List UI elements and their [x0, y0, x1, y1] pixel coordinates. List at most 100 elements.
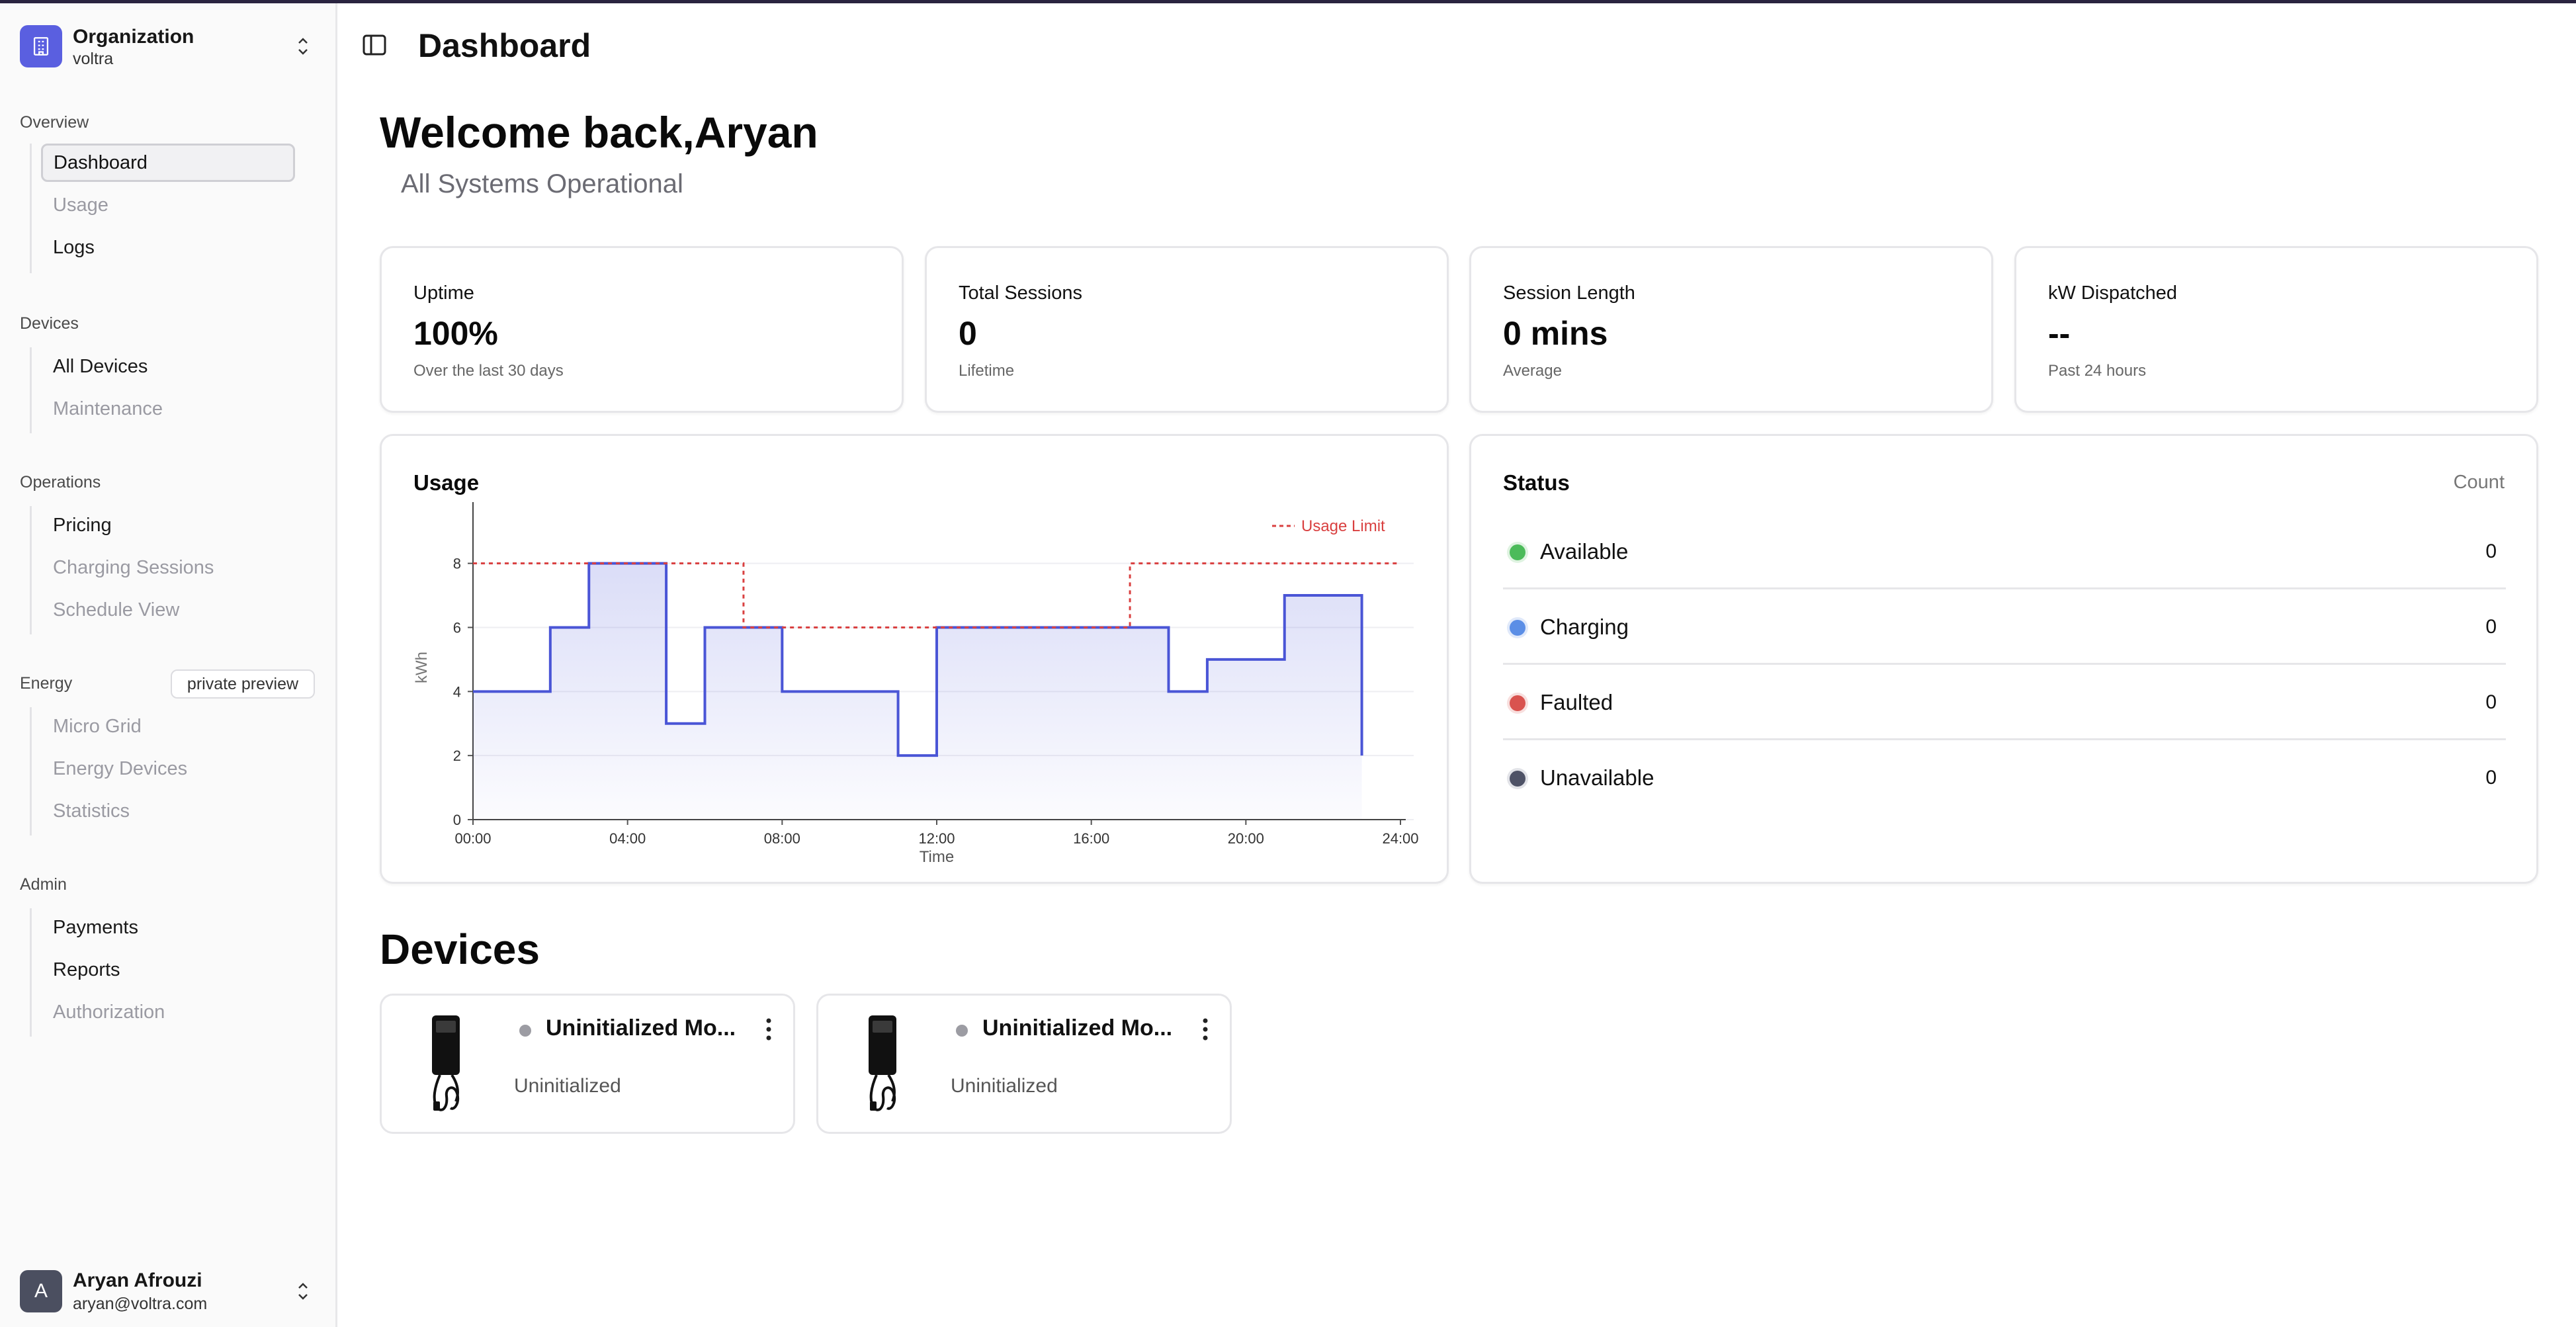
- stat-value: 0 mins: [1503, 315, 1608, 352]
- x-tick-label: 24:00: [1382, 830, 1418, 847]
- sidebar-item-payments[interactable]: Payments: [41, 908, 295, 947]
- stat-value: 0: [959, 315, 977, 352]
- nav-guide-line: [30, 908, 32, 1037]
- user-email: aryan@voltra.com: [73, 1295, 208, 1313]
- x-tick-label: 04:00: [609, 830, 646, 847]
- status-count: 0: [2485, 691, 2497, 713]
- chevron-up-down-icon[interactable]: [295, 35, 311, 58]
- group-label-overview: Overview: [20, 113, 89, 132]
- y-axis-label: kWh: [413, 652, 431, 683]
- y-tick-label: 0: [453, 812, 461, 828]
- nav-guide-line: [30, 144, 32, 273]
- nav-guide-line: [30, 347, 32, 433]
- ev-charger-icon: [869, 1015, 896, 1111]
- y-tick-label: 8: [453, 556, 461, 572]
- device-name: Uninitialized Mo...: [546, 1015, 736, 1041]
- x-tick-label: 16:00: [1073, 830, 1109, 847]
- status-card-title: Status: [1503, 470, 1570, 495]
- status-row-charging[interactable]: Charging 0: [1503, 589, 2506, 665]
- private-preview-badge: private preview: [171, 669, 315, 699]
- status-row-unavailable[interactable]: Unavailable 0: [1503, 740, 2506, 816]
- status-count: 0: [2485, 767, 2497, 789]
- x-tick-label: 12:00: [918, 830, 955, 847]
- sidebar-item-charging-sessions[interactable]: Charging Sessions: [41, 548, 295, 587]
- sidebar-item-micro-grid[interactable]: Micro Grid: [41, 707, 295, 746]
- more-vertical-icon[interactable]: [1195, 1013, 1215, 1046]
- sidebar-item-maintenance[interactable]: Maintenance: [41, 390, 295, 428]
- legend-label: Usage Limit: [1301, 517, 1385, 535]
- stat-subtitle: Over the last 30 days: [413, 362, 564, 380]
- status-label: Faulted: [1540, 690, 1613, 714]
- nav-guide-line: [30, 506, 32, 634]
- status-label: Charging: [1540, 615, 1629, 639]
- welcome-heading: Welcome back,Aryan: [380, 108, 818, 157]
- organization-label: Organization: [73, 26, 194, 48]
- sidebar-toggle-icon[interactable]: [363, 34, 386, 56]
- x-axis-label: Time: [920, 848, 954, 866]
- status-row-faulted[interactable]: Faulted 0: [1503, 665, 2506, 740]
- usage-chart: 0 2 4 6 8 00:00 04:00 08:00 12:00 16:00 20:00 24:00…: [413, 502, 1419, 866]
- device-card[interactable]: Uninitialized Mo... Uninitialized: [816, 994, 1232, 1134]
- nav-guide-line: [30, 707, 32, 835]
- sidebar-item-usage[interactable]: Usage: [41, 186, 295, 224]
- page-title: Dashboard: [418, 27, 591, 64]
- group-label-operations: Operations: [20, 473, 101, 492]
- stat-value: --: [2048, 315, 2071, 352]
- building-icon: [20, 25, 62, 67]
- status-dot-icon: [1510, 695, 1525, 711]
- status-count: 0: [2485, 540, 2497, 562]
- more-vertical-icon[interactable]: [759, 1013, 779, 1046]
- device-name: Uninitialized Mo...: [982, 1015, 1173, 1041]
- status-label: Unavailable: [1540, 765, 1654, 790]
- status-card: Status Count Available 0 Charging 0 Faul…: [1469, 434, 2538, 884]
- sidebar-item-statistics[interactable]: Statistics: [41, 792, 295, 830]
- device-status-text: Uninitialized: [951, 1075, 1058, 1097]
- x-tick-label: 00:00: [454, 830, 491, 847]
- status-dot-icon: [1510, 771, 1525, 787]
- y-tick-label: 4: [453, 683, 461, 700]
- sidebar-item-all-devices[interactable]: All Devices: [41, 347, 295, 386]
- ev-charger-icon: [432, 1015, 460, 1111]
- sidebar-item-reports[interactable]: Reports: [41, 951, 295, 989]
- status-row-available[interactable]: Available 0: [1503, 514, 2506, 589]
- top-accent-bar: [0, 0, 2576, 3]
- user-menu[interactable]: A Aryan Afrouzi aryan@voltra.com: [20, 1268, 318, 1314]
- device-status-text: Uninitialized: [514, 1075, 621, 1097]
- devices-section-title: Devices: [380, 925, 540, 973]
- organization-switcher[interactable]: Organization voltra: [20, 23, 318, 69]
- stat-card-total-sessions: Total Sessions 0 Lifetime: [925, 246, 1449, 413]
- group-label-admin: Admin: [20, 875, 67, 894]
- stat-card-kw-dispatched: kW Dispatched -- Past 24 hours: [2014, 246, 2538, 413]
- system-status-text: All Systems Operational: [401, 169, 683, 198]
- stat-subtitle: Average: [1503, 362, 1562, 380]
- chevron-up-down-icon[interactable]: [295, 1280, 311, 1303]
- sidebar-item-pricing[interactable]: Pricing: [41, 506, 295, 544]
- avatar: A: [20, 1270, 62, 1312]
- status-dot-icon: [1510, 544, 1525, 560]
- group-label-devices: Devices: [20, 314, 79, 333]
- sidebar-item-energy-devices[interactable]: Energy Devices: [41, 749, 295, 788]
- y-tick-label: 6: [453, 619, 461, 636]
- count-column-header: Count: [2453, 472, 2505, 493]
- stat-card-uptime: Uptime 100% Over the last 30 days: [380, 246, 904, 413]
- user-name: Aryan Afrouzi: [73, 1269, 202, 1291]
- sidebar-item-authorization[interactable]: Authorization: [41, 993, 295, 1031]
- device-status-dot: [956, 1025, 968, 1037]
- device-status-dot: [519, 1025, 531, 1037]
- sidebar-item-dashboard[interactable]: Dashboard: [41, 144, 295, 182]
- stat-subtitle: Past 24 hours: [2048, 362, 2147, 380]
- sidebar-item-schedule-view[interactable]: Schedule View: [41, 591, 295, 629]
- group-label-energy: Energy: [20, 674, 73, 693]
- stat-card-session-length: Session Length 0 mins Average: [1469, 246, 1993, 413]
- stat-subtitle: Lifetime: [959, 362, 1015, 380]
- device-card[interactable]: Uninitialized Mo... Uninitialized: [380, 994, 795, 1134]
- x-tick-label: 08:00: [764, 830, 800, 847]
- status-count: 0: [2485, 616, 2497, 638]
- organization-name: voltra: [73, 50, 114, 68]
- stat-title: kW Dispatched: [2048, 282, 2178, 304]
- y-tick-label: 2: [453, 748, 461, 764]
- sidebar-item-logs[interactable]: Logs: [41, 228, 295, 267]
- stat-value: 100%: [413, 315, 498, 352]
- stat-title: Uptime: [413, 282, 474, 304]
- stat-title: Session Length: [1503, 282, 1635, 304]
